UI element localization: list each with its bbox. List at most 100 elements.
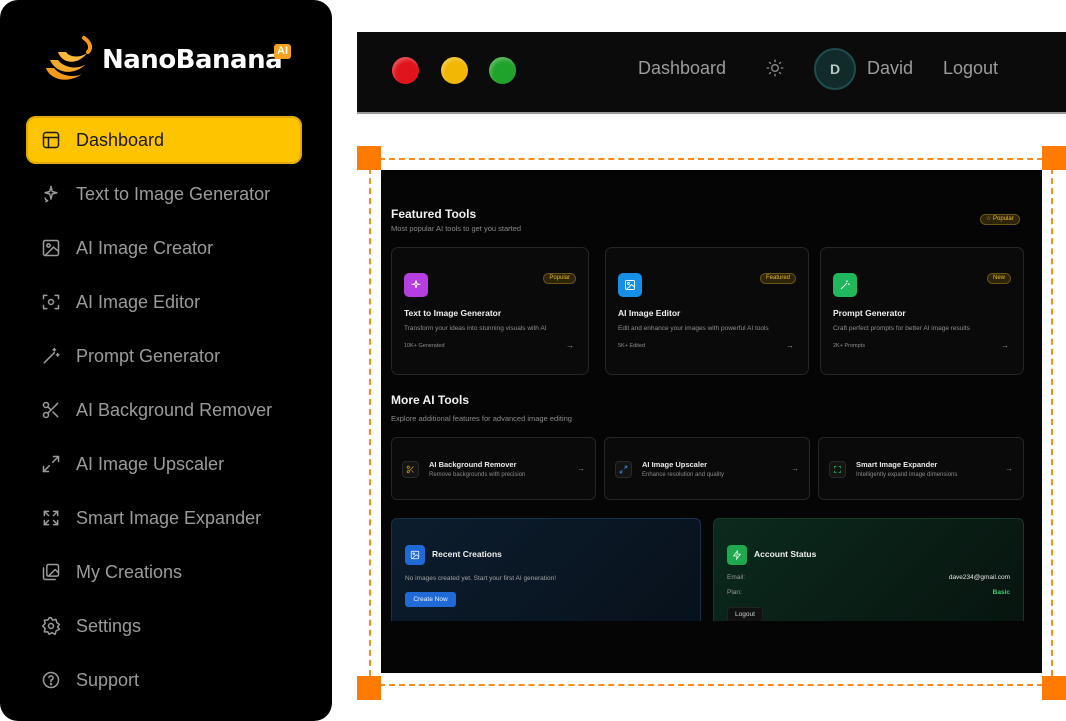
tool-title: Smart Image Expander: [856, 460, 938, 469]
image-icon: [40, 237, 62, 259]
account-status-title: Account Status: [754, 549, 817, 559]
recent-creations-title: Recent Creations: [432, 549, 502, 559]
sidebar-item-background-remover[interactable]: AI Background Remover: [26, 386, 302, 434]
tool-description: Intelligently expand image dimensions: [856, 472, 958, 478]
maximize-icon: [829, 461, 846, 478]
screen-bottom-fade: [381, 621, 1042, 673]
sparkles-icon: [404, 273, 428, 297]
featured-card-text-to-image[interactable]: Popular Text to Image Generator Transfor…: [391, 247, 589, 375]
lightning-icon: [727, 545, 747, 565]
create-now-button[interactable]: Create Now: [405, 592, 456, 607]
sidebar-item-dashboard[interactable]: Dashboard: [26, 116, 302, 164]
sidebar-item-label: My Creations: [76, 561, 183, 582]
tool-card-image-upscaler[interactable]: AI Image Upscaler Enhance resolution and…: [604, 437, 810, 500]
card-tag: Featured: [759, 273, 796, 284]
scissors-icon: [402, 461, 419, 478]
more-tools-title: More AI Tools: [391, 393, 469, 407]
dashboard-icon: [40, 129, 62, 151]
sidebar-item-support[interactable]: Support: [26, 656, 302, 704]
image-icon: [618, 273, 642, 297]
image-icon: [405, 545, 425, 565]
brand-logo[interactable]: NanoBanana: [40, 30, 283, 90]
popular-badge: ☆ Popular: [980, 214, 1020, 225]
sidebar-item-image-upscaler[interactable]: AI Image Upscaler: [26, 440, 302, 488]
arrow-right-icon: →: [791, 464, 799, 473]
sidebar-item-label: Prompt Generator: [76, 345, 221, 366]
sidebar-item-label: Support: [76, 669, 140, 690]
topbar-dashboard-link[interactable]: Dashboard: [638, 58, 726, 79]
window-maximize-button[interactable]: [489, 57, 516, 84]
expand-arrows-icon: [40, 453, 62, 475]
window-minimize-button[interactable]: [441, 57, 468, 84]
card-tag: Popular: [543, 273, 576, 284]
sidebar-item-label: AI Image Editor: [76, 291, 201, 312]
dashboard-screen: Featured Tools Most popular AI tools to …: [381, 170, 1042, 673]
sidebar-item-prompt-generator[interactable]: Prompt Generator: [26, 332, 302, 380]
selection-handle-bottom-left[interactable]: [357, 676, 381, 700]
sidebar-item-image-editor[interactable]: AI Image Editor: [26, 278, 302, 326]
sparkles-icon: [40, 183, 62, 205]
sidebar-item-settings[interactable]: Settings: [26, 602, 302, 650]
recent-creations-panel: Recent Creations No images created yet. …: [391, 518, 701, 628]
sidebar-item-label: AI Image Creator: [76, 237, 214, 258]
arrow-right-icon: →: [566, 341, 574, 350]
card-title: AI Image Editor: [618, 308, 681, 318]
selection-handle-bottom-right[interactable]: [1042, 676, 1066, 700]
selection-handle-top-right[interactable]: [1042, 146, 1066, 170]
account-status-panel: Account Status Email: dave234@gmail.com …: [713, 518, 1024, 628]
arrow-right-icon: →: [577, 464, 585, 473]
sidebar-item-image-creator[interactable]: AI Image Creator: [26, 224, 302, 272]
recent-creations-empty-text: No images created yet. Start your first …: [405, 575, 557, 582]
brand-ai-badge: AI: [274, 44, 291, 59]
brand-name: NanoBanana: [102, 45, 283, 75]
tool-card-image-expander[interactable]: Smart Image Expander Intelligently expan…: [818, 437, 1024, 500]
sidebar-item-label: Text to Image Generator: [76, 183, 271, 204]
user-name: David: [867, 58, 914, 78]
plan-label: Plan:: [727, 589, 742, 596]
expand-arrows-icon: [615, 461, 632, 478]
arrow-right-icon: →: [1001, 341, 1009, 350]
email-value: dave234@gmail.com: [948, 574, 1010, 581]
sidebar-item-label: Smart Image Expander: [76, 507, 262, 528]
window-close-button[interactable]: [392, 57, 419, 84]
tool-title: AI Image Upscaler: [642, 460, 708, 469]
tool-description: Enhance resolution and quality: [642, 472, 725, 478]
logout-button[interactable]: Logout: [943, 58, 998, 79]
gallery-icon: [40, 561, 62, 583]
sidebar-item-my-creations[interactable]: My Creations: [26, 548, 302, 596]
email-label: Email:: [727, 574, 746, 581]
card-stat: 10K+ Generated: [404, 343, 445, 349]
featured-card-prompt-generator[interactable]: New Prompt Generator Craft perfect promp…: [820, 247, 1024, 375]
sidebar-item-label: Dashboard: [76, 129, 165, 150]
gear-icon: [40, 615, 62, 637]
featured-subtitle: Most popular AI tools to get you started: [391, 224, 522, 233]
sidebar-item-label: Settings: [76, 615, 142, 636]
sidebar-item-label: AI Image Upscaler: [76, 453, 225, 474]
account-plan-row: Plan: Basic: [727, 589, 1010, 596]
more-tools-subtitle: Explore additional features for advanced…: [391, 414, 572, 423]
tool-title: AI Background Remover: [429, 460, 517, 469]
scan-icon: [40, 291, 62, 313]
selection-handle-top-left[interactable]: [357, 146, 381, 170]
plan-value: Basic: [992, 589, 1010, 596]
featured-card-image-editor[interactable]: Featured AI Image Editor Edit and enhanc…: [605, 247, 809, 375]
card-stat: 2K+ Prompts: [833, 343, 865, 349]
top-bar: Dashboard D David Logout: [357, 32, 1066, 114]
sidebar-item-text-to-image[interactable]: Text to Image Generator: [26, 170, 302, 218]
card-title: Text to Image Generator: [404, 308, 502, 318]
maximize-icon: [40, 507, 62, 529]
sidebar-item-image-expander[interactable]: Smart Image Expander: [26, 494, 302, 542]
theme-toggle-sun-icon[interactable]: [765, 58, 785, 78]
help-icon: [40, 669, 62, 691]
card-description: Transform your ideas into stunning visua…: [404, 325, 547, 332]
avatar[interactable]: D: [814, 48, 856, 90]
card-description: Craft perfect prompts for better AI imag…: [833, 325, 970, 332]
card-title: Prompt Generator: [833, 308, 906, 318]
arrow-right-icon: →: [786, 341, 794, 350]
account-email-row: Email: dave234@gmail.com: [727, 574, 1010, 581]
tool-card-background-remover[interactable]: AI Background Remover Remove backgrounds…: [391, 437, 596, 500]
account-logout-button[interactable]: Logout: [727, 607, 763, 622]
card-tag: New: [986, 273, 1011, 284]
card-description: Edit and enhance your images with powerf…: [618, 325, 769, 332]
banana-logo-icon: [46, 36, 93, 80]
